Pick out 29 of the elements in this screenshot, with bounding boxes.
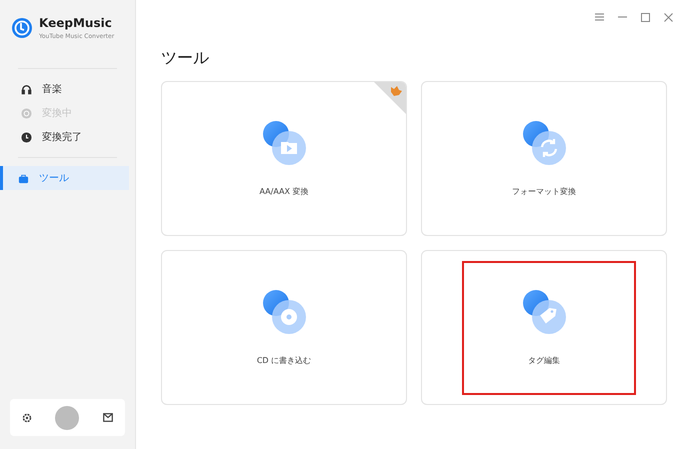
- maximize-icon[interactable]: [641, 12, 650, 22]
- avatar[interactable]: [55, 406, 80, 430]
- headphones-icon: [21, 84, 32, 94]
- tool-card[interactable]: AA/AAX 変換: [161, 81, 407, 236]
- clock-icon: [21, 132, 32, 142]
- nav-item[interactable]: 変換完了: [0, 125, 129, 149]
- spinner-icon: [21, 108, 32, 118]
- tool-card[interactable]: CD に書き込む: [161, 250, 407, 405]
- settings-icon[interactable]: [22, 412, 32, 422]
- close-icon[interactable]: [664, 12, 673, 22]
- tool-label: AA/AAX 変換: [259, 186, 309, 197]
- page-title: ツール: [161, 48, 210, 69]
- video-icon: [261, 120, 307, 166]
- disc-icon: [261, 289, 307, 335]
- minimize-icon[interactable]: [618, 16, 627, 18]
- logo-icon: [12, 18, 32, 38]
- tool-card[interactable]: タグ編集: [421, 250, 667, 405]
- toolbox-icon: [18, 172, 29, 184]
- tool-label: タグ編集: [528, 355, 560, 366]
- tool-card[interactable]: フォーマット変換: [421, 81, 667, 236]
- nav-item[interactable]: 音楽: [0, 77, 129, 101]
- sync-icon: [521, 120, 567, 166]
- tool-label: CD に書き込む: [256, 355, 312, 366]
- mail-icon[interactable]: [103, 413, 114, 422]
- app-name: KeepMusic: [39, 16, 113, 30]
- tool-label: フォーマット変換: [512, 186, 576, 197]
- tag-icon: [521, 289, 567, 335]
- badge-icon: [374, 82, 406, 114]
- menu-icon[interactable]: [595, 13, 604, 21]
